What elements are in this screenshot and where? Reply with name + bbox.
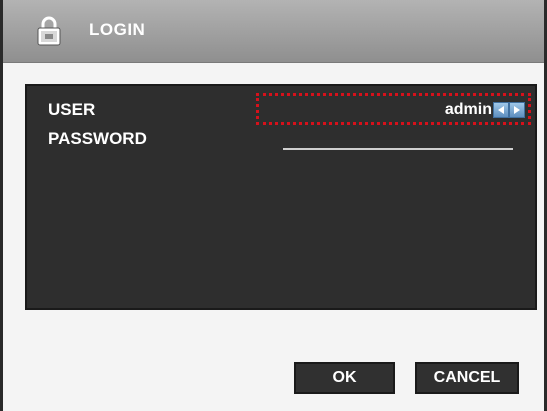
user-label: USER [48,100,96,119]
user-value: admin [444,101,492,118]
dialog-title: LOGIN [89,20,146,39]
cancel-button[interactable]: CANCEL [415,362,519,394]
ok-button[interactable]: OK [294,362,395,394]
login-dialog: LOGIN USER admin PASSWORD OK CANCEL [0,0,547,411]
next-user-arrow-icon[interactable] [509,102,525,118]
title-bar: LOGIN [3,0,544,63]
login-form-panel: USER admin PASSWORD [25,84,537,310]
user-select[interactable]: admin [256,93,531,125]
password-field[interactable] [283,148,513,150]
lock-icon [36,16,62,46]
previous-user-arrow-icon[interactable] [493,102,509,118]
password-label: PASSWORD [48,129,147,148]
